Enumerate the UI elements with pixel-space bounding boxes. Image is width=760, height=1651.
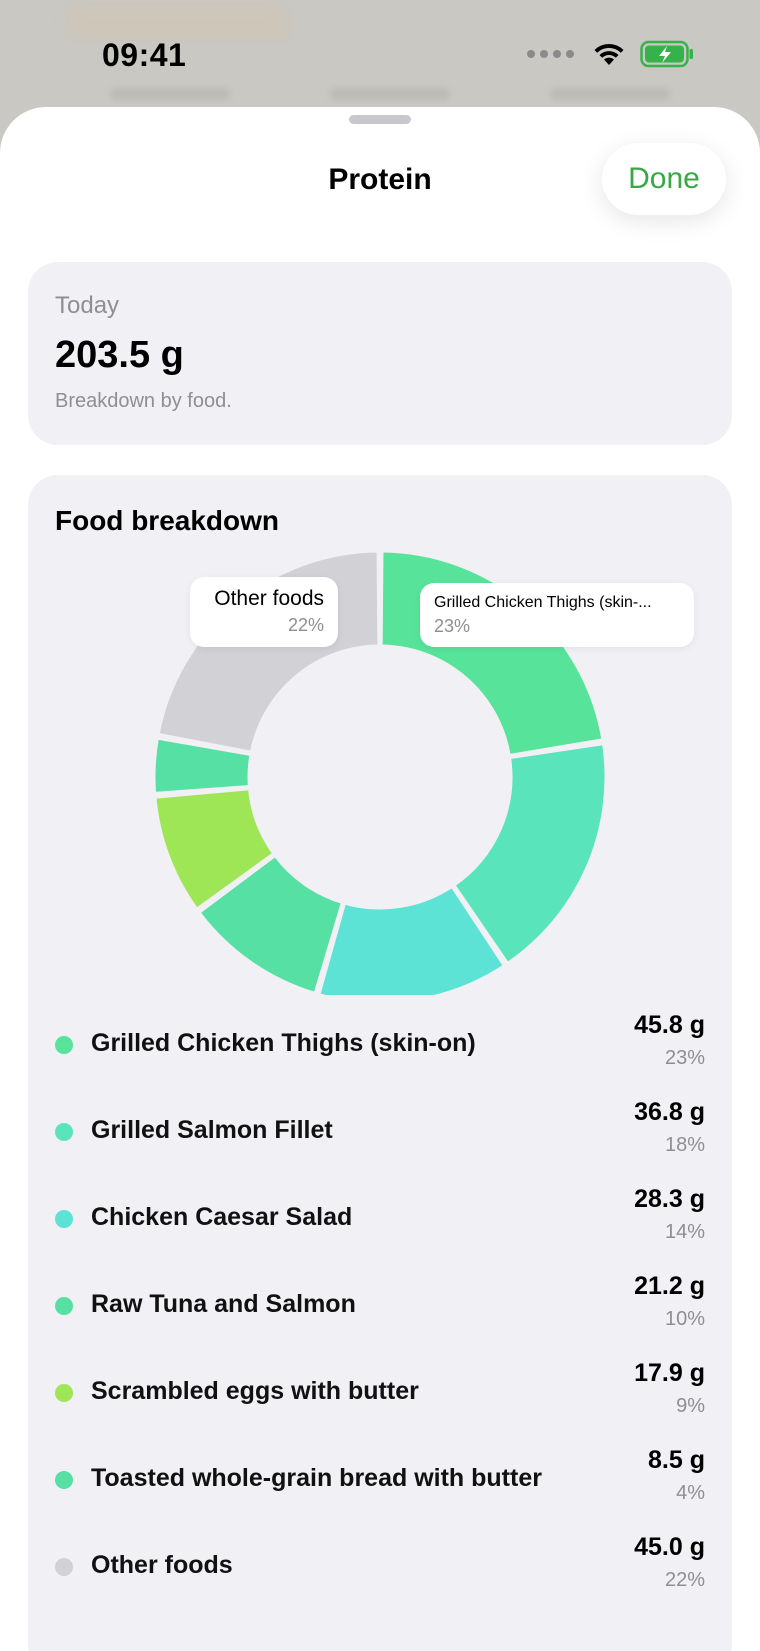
done-button[interactable]: Done xyxy=(602,143,726,215)
legend-dot xyxy=(55,1123,73,1141)
legend-food-name: Grilled Chicken Thighs (skin-on) xyxy=(91,1029,476,1057)
legend-grams: 21.2 g xyxy=(634,1272,705,1300)
donut-slice-grilled-chicken-thighs-skin-on[interactable] xyxy=(379,549,605,757)
callout-name: Grilled Chicken Thighs (skin-... xyxy=(434,594,652,611)
legend-dot xyxy=(55,1297,73,1315)
legend-percent: 9% xyxy=(676,1395,705,1417)
legend-dot xyxy=(55,1384,73,1402)
today-card: Today 203.5 g Breakdown by food. xyxy=(28,262,732,445)
legend-food-name: Scrambled eggs with butter xyxy=(91,1377,419,1405)
callout-pct: 23% xyxy=(434,616,471,636)
callout-pct: 22% xyxy=(287,615,324,635)
legend-dot xyxy=(55,1558,73,1576)
today-label: Today xyxy=(55,292,120,319)
legend-row[interactable]: Toasted whole-grain bread with butter 8.… xyxy=(28,1440,732,1520)
legend-food-name: Grilled Salmon Fillet xyxy=(91,1116,333,1144)
legend-grams: 45.0 g xyxy=(634,1533,705,1561)
legend-percent: 22% xyxy=(664,1569,705,1591)
legend-row[interactable]: Chicken Caesar Salad 28.3 g 14% xyxy=(28,1179,732,1259)
legend-food-name: Chicken Caesar Salad xyxy=(91,1203,353,1231)
cellular-signal-icon xyxy=(527,50,574,58)
protein-sheet: Protein Done Today 203.5 g Breakdown by … xyxy=(0,107,760,1651)
legend-grams: 17.9 g xyxy=(634,1359,705,1387)
legend-row[interactable]: Grilled Salmon Fillet 36.8 g 18% xyxy=(28,1092,732,1172)
callout-top-food: Grilled Chicken Thighs (skin-... 23% xyxy=(420,583,694,647)
legend-row[interactable]: Other foods 45.0 g 22% xyxy=(28,1527,732,1607)
legend-food-name: Raw Tuna and Salmon xyxy=(91,1290,356,1318)
legend-dot xyxy=(55,1471,73,1489)
legend-grams: 36.8 g xyxy=(634,1098,705,1126)
legend-food-name: Other foods xyxy=(91,1551,233,1579)
status-bar: 09:41 xyxy=(0,0,760,100)
legend-dot xyxy=(55,1210,73,1228)
today-protein-total: 203.5 g xyxy=(55,334,184,376)
legend-row[interactable]: Scrambled eggs with butter 17.9 g 9% xyxy=(28,1353,732,1433)
callout-name: Other foods xyxy=(214,587,324,610)
legend-grams: 28.3 g xyxy=(634,1185,705,1213)
legend-percent: 10% xyxy=(664,1308,705,1330)
protein-donut-chart xyxy=(152,549,608,995)
status-time: 09:41 xyxy=(102,37,187,73)
sheet-grabber[interactable] xyxy=(349,115,411,124)
legend-percent: 18% xyxy=(664,1134,705,1156)
wifi-icon xyxy=(594,43,624,65)
breakdown-caption: Breakdown by food. xyxy=(55,390,232,412)
battery-charging-icon xyxy=(640,40,693,68)
food-breakdown-card: Food breakdown Other foods 22% Grilled C… xyxy=(28,475,732,1651)
legend-percent: 14% xyxy=(664,1221,705,1243)
legend-dot xyxy=(55,1036,73,1054)
legend-row[interactable]: Grilled Chicken Thighs (skin-on) 45.8 g … xyxy=(28,1005,732,1085)
legend-grams: 45.8 g xyxy=(634,1011,705,1039)
status-icons xyxy=(527,40,694,68)
legend-percent: 4% xyxy=(676,1482,705,1504)
legend-grams: 8.5 g xyxy=(648,1446,705,1474)
callout-other-foods: Other foods 22% xyxy=(190,577,338,647)
legend-food-name: Toasted whole-grain bread with butter xyxy=(91,1464,542,1492)
legend-percent: 23% xyxy=(664,1047,705,1069)
legend-row[interactable]: Raw Tuna and Salmon 21.2 g 10% xyxy=(28,1266,732,1346)
